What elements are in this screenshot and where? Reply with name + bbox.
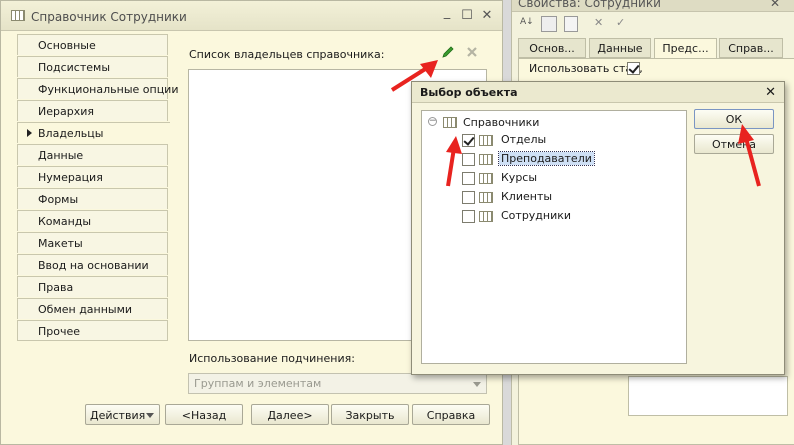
categories-icon[interactable] <box>541 16 557 32</box>
dropdown-arrow-icon <box>146 413 154 418</box>
tab-item[interactable]: Иерархия <box>17 100 168 121</box>
catalog-icon <box>479 154 493 165</box>
tree-item-label: Отделы <box>501 133 547 146</box>
tab-item[interactable]: Формы <box>17 188 168 209</box>
tree-item-label: Клиенты <box>501 190 553 203</box>
tab-label: Основные <box>38 39 96 52</box>
catalog-icon <box>479 192 493 203</box>
tab-label: Команды <box>38 215 92 228</box>
close-icon[interactable]: ✕ <box>770 0 780 10</box>
properties-title: Свойства: Сотрудники <box>518 0 661 10</box>
annotation-arrow <box>446 136 462 187</box>
filter-icon[interactable] <box>564 16 578 32</box>
tab-item[interactable]: Команды <box>17 210 168 231</box>
use-standard-label: Использовать стан, <box>529 62 643 75</box>
subordination-label: Использование подчинения: <box>189 352 355 365</box>
sort-icon[interactable]: A↓ <box>520 17 534 27</box>
back-button[interactable]: <Назад <box>165 404 243 425</box>
close-button[interactable]: ✕ <box>479 9 495 23</box>
tree-item-label: Преподаватели <box>498 151 595 166</box>
use-standard-checkbox[interactable] <box>627 62 640 75</box>
catalog-icon <box>11 10 25 21</box>
owners-list-label: Список владельцев справочника: <box>189 48 385 61</box>
properties-tab[interactable]: Данные <box>589 38 651 58</box>
properties-tab[interactable]: Справ... <box>719 38 783 58</box>
tab-label: Владельцы <box>38 127 104 140</box>
properties-field[interactable] <box>628 376 788 416</box>
properties-tab[interactable]: Основ... <box>518 38 586 58</box>
help-button[interactable]: Справка <box>412 404 490 425</box>
catalog-icon <box>479 211 493 222</box>
tab-item[interactable]: Прочее <box>17 320 168 341</box>
tab-item[interactable]: Данные <box>17 144 168 165</box>
tab-label: Макеты <box>38 237 83 250</box>
tab-item[interactable]: Владельцы <box>17 122 170 143</box>
tab-label: Данные <box>38 149 84 162</box>
tab-label: Нумерация <box>38 171 103 184</box>
tab-label: Иерархия <box>38 105 94 118</box>
tab-item[interactable]: Подсистемы <box>17 56 168 77</box>
catalog-icon <box>443 117 457 128</box>
tab-label: Права <box>38 281 74 294</box>
select-object-dialog: Выбор объекта ✕ − Справочники Отделы Преп… <box>411 81 785 375</box>
tab-label: Прочее <box>38 325 81 338</box>
tab-label: Функциональные опции <box>38 83 179 96</box>
properties-titlebar[interactable]: Свойства: Сотрудники ✕ <box>512 0 794 12</box>
tab-item[interactable]: Макеты <box>17 232 168 253</box>
tab-label: Ввод на основании <box>38 259 149 272</box>
tab-label: Формы <box>38 193 79 206</box>
check-icon[interactable]: ✓ <box>616 16 625 29</box>
catalog-icon <box>479 135 493 146</box>
actions-button[interactable]: Действия <box>85 404 160 425</box>
close-dialog-button[interactable]: Закрыть <box>331 404 409 425</box>
tab-arrow-icon <box>27 129 32 137</box>
tab-item[interactable]: Основные <box>17 34 168 55</box>
tree-root-label: Справочники <box>463 116 540 129</box>
tree-item-checkbox[interactable] <box>462 210 475 223</box>
dialog-titlebar[interactable]: Выбор объекта ✕ <box>412 82 784 103</box>
close-icon[interactable]: ✕ <box>765 85 776 100</box>
subordination-value: Группам и элементам <box>194 377 322 390</box>
dropdown-arrow-icon <box>473 382 481 387</box>
window-title: Справочник Сотрудники <box>31 10 187 24</box>
tab-item[interactable]: Ввод на основании <box>17 254 168 275</box>
tab-item[interactable]: Права <box>17 276 168 297</box>
close-icon[interactable]: ✕ <box>594 16 603 29</box>
tree-item-checkbox[interactable] <box>462 191 475 204</box>
properties-tab[interactable]: Предс... <box>654 38 717 59</box>
tab-label: Подсистемы <box>38 61 111 74</box>
minimize-button[interactable]: _ <box>439 6 455 20</box>
tree-item-label: Сотрудники <box>501 209 572 222</box>
tab-item[interactable]: Функциональные опции <box>17 78 178 99</box>
tree-item-label: Курсы <box>501 171 538 184</box>
actions-label: Действия <box>90 409 146 422</box>
catalog-icon <box>479 173 493 184</box>
tab-label: Обмен данными <box>38 303 133 316</box>
properties-toolbar: A↓ ✕ ✓ <box>512 14 794 36</box>
window-titlebar[interactable]: Справочник Сотрудники _ ☐ ✕ <box>1 1 502 31</box>
tab-item[interactable]: Нумерация <box>17 166 168 187</box>
annotation-arrow <box>738 124 761 187</box>
tab-item[interactable]: Обмен данными <box>17 298 168 319</box>
maximize-button[interactable]: ☐ <box>459 9 475 23</box>
subordination-select[interactable]: Группам и элементам <box>188 373 487 394</box>
collapse-icon[interactable]: − <box>428 117 437 126</box>
delete-icon[interactable] <box>465 45 479 59</box>
annotation-arrow <box>390 60 438 92</box>
next-button[interactable]: Далее> <box>251 404 329 425</box>
